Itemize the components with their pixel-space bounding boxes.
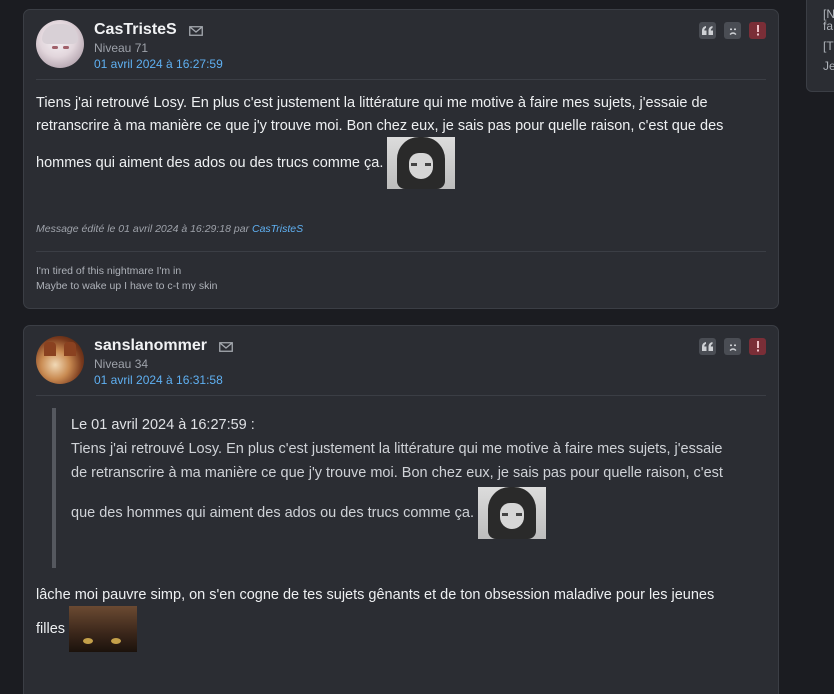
post-body-line: filles	[36, 621, 66, 637]
quote-last-line: que des hommes qui aiment des ados ou de…	[71, 487, 751, 540]
post-actions	[699, 338, 766, 355]
sticker-image[interactable]	[69, 606, 138, 652]
signature-divider	[36, 251, 766, 252]
avatar[interactable]	[36, 336, 84, 384]
quote-line: de retranscrire à ma manière ce que j'y …	[71, 465, 723, 481]
quote-header: Le 01 avril 2024 à 16:27:59 :	[71, 417, 255, 433]
side-panel-line[interactable]: [T	[823, 39, 834, 53]
sad-face-icon[interactable]	[724, 22, 741, 39]
quote-line: que des hommes qui aiment des ados ou de…	[71, 505, 474, 521]
author-level: Niveau 34	[94, 357, 149, 371]
quoted-message: Le 01 avril 2024 à 16:27:59 : Tiens j'ai…	[52, 408, 756, 568]
side-panel-line[interactable]: fa	[823, 19, 833, 33]
author-level: Niveau 71	[94, 41, 149, 55]
post-actions	[699, 22, 766, 39]
alert-icon[interactable]	[749, 22, 766, 39]
sad-face-icon[interactable]	[724, 338, 741, 355]
forum-post: CasTristeS Niveau 71 01 avril 2024 à 16:…	[23, 9, 779, 309]
forum-post: sanslanommer Niveau 34 01 avril 2024 à 1…	[23, 325, 779, 694]
avatar[interactable]	[36, 20, 84, 68]
post-date-link[interactable]: 01 avril 2024 à 16:27:59	[94, 57, 223, 71]
header-divider	[36, 79, 766, 80]
mail-icon[interactable]	[189, 26, 203, 36]
quote-icon[interactable]	[699, 338, 716, 355]
side-panel: [N fa [T Je	[806, 0, 834, 92]
edit-notice: Message édité le 01 avril 2024 à 16:29:1…	[36, 223, 303, 235]
post-author[interactable]: CasTristeS	[94, 21, 177, 39]
mail-icon[interactable]	[219, 342, 233, 352]
quote-body: Tiens j'ai retrouvé Losy. En plus c'est …	[71, 437, 751, 540]
post-body-last-line: hommes qui aiment des ados ou des trucs …	[36, 137, 756, 190]
edit-notice-text: Message édité le 01 avril 2024 à 16:29:1…	[36, 223, 250, 235]
post-body-line: Tiens j'ai retrouvé Losy. En plus c'est …	[36, 95, 708, 111]
post-date-link[interactable]: 01 avril 2024 à 16:31:58	[94, 373, 223, 387]
sticker-image[interactable]	[387, 137, 456, 189]
side-panel-line[interactable]: Je	[823, 59, 834, 73]
quote-line: Tiens j'ai retrouvé Losy. En plus c'est …	[71, 441, 723, 457]
edit-author-link[interactable]: CasTristeS	[252, 223, 303, 235]
post-body-line: hommes qui aiment des ados ou des trucs …	[36, 155, 384, 171]
signature-line: I'm tired of this nightmare I'm in	[36, 265, 182, 277]
post-body-line: lâche moi pauvre simp, on s'en cogne de …	[36, 587, 715, 603]
post-body-line: retranscrire à ma manière ce que j'y tro…	[36, 118, 724, 134]
quote-icon[interactable]	[699, 22, 716, 39]
signature-line: Maybe to wake up I have to c-t my skin	[36, 280, 218, 292]
sticker-image[interactable]	[478, 487, 547, 539]
header-divider	[36, 395, 766, 396]
post-author[interactable]: sanslanommer	[94, 337, 207, 355]
post-body-last-line: filles	[36, 606, 756, 656]
alert-icon[interactable]	[749, 338, 766, 355]
